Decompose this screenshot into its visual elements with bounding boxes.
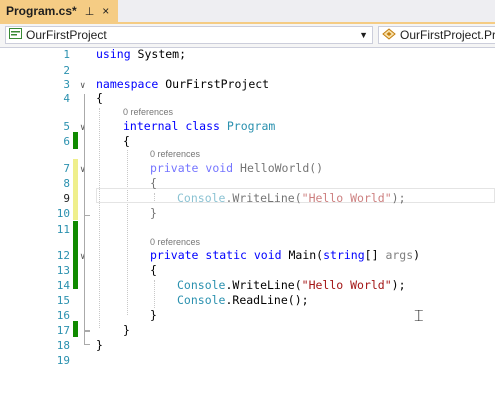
project-dropdown[interactable]: OurFirstProject ▼: [5, 26, 373, 44]
unsaved-change-bar: [73, 159, 78, 220]
line-number: 4: [63, 92, 70, 105]
code-line-14: Console.WriteLine("Hello World");: [177, 278, 406, 292]
line-number: 1: [63, 48, 70, 61]
code-line-18: }: [96, 338, 103, 352]
chevron-down-icon: ▼: [359, 30, 368, 40]
code-line-7: private void HelloWorld(): [150, 161, 324, 175]
line-number: 10: [56, 207, 70, 220]
outline-bracket: [84, 178, 90, 216]
saved-change-bar: [73, 321, 78, 337]
line-number: 18: [56, 339, 70, 352]
text-cursor-icon: ⌶: [414, 306, 424, 325]
line-number: 15: [56, 294, 70, 307]
indent-guide: [99, 108, 100, 328]
project-dropdown-value: OurFirstProject: [26, 28, 107, 42]
line-number: 11: [56, 223, 70, 236]
line-number: 2: [63, 64, 70, 77]
line-number: 14: [56, 279, 70, 292]
line-number-current: 9: [63, 192, 70, 205]
code-line-16: }: [150, 308, 157, 322]
code-line-3: namespace OurFirstProject: [96, 77, 270, 91]
codelens-references[interactable]: 0 references: [123, 107, 173, 117]
code-line-6: {: [123, 134, 130, 148]
document-tab-bar: Program.cs* ⊥ ×: [0, 0, 495, 24]
code-line-4: {: [96, 91, 103, 105]
code-line-15: Console.ReadLine();: [177, 293, 309, 307]
class-icon: [382, 27, 396, 43]
collapse-icon[interactable]: ∨: [80, 82, 89, 91]
codelens-references[interactable]: 0 references: [150, 149, 200, 159]
line-number: 13: [56, 264, 70, 277]
codelens-references[interactable]: 0 references: [150, 237, 200, 247]
indent-guide: [127, 150, 128, 315]
code-line-12: private static void Main(string[] args): [150, 248, 421, 262]
outline-bracket: [84, 265, 90, 332]
saved-change-bar: [73, 132, 78, 149]
code-line-10: }: [150, 206, 157, 220]
navigation-bar: OurFirstProject ▼ OurFirstProject.Pro: [0, 24, 495, 48]
code-line-8: {: [150, 176, 157, 190]
line-number: 5: [63, 120, 70, 133]
pin-icon[interactable]: ⊥: [85, 5, 95, 18]
line-number: 19: [56, 354, 70, 367]
code-line-1: using System;: [96, 47, 187, 61]
line-number: 3: [63, 78, 70, 91]
code-line-5: internal class Program: [123, 119, 276, 133]
code-line-9: Console.WriteLine("Hello World");: [177, 191, 406, 205]
class-dropdown[interactable]: OurFirstProject.Pro: [378, 26, 495, 44]
indent-guide: [154, 280, 155, 308]
close-icon[interactable]: ×: [102, 4, 109, 18]
line-number: 12: [56, 249, 70, 262]
saved-change-bar: [73, 221, 78, 289]
line-number: 7: [63, 162, 70, 175]
code-editor[interactable]: 1 2 3 4 5 6 7 8 9 10 11 12 13 14 15 16 1…: [0, 47, 495, 403]
class-dropdown-value: OurFirstProject.Pro: [400, 28, 495, 42]
tab-title: Program.cs*: [6, 4, 77, 18]
line-number: 8: [63, 177, 70, 190]
tab-program-cs[interactable]: Program.cs* ⊥ ×: [0, 0, 118, 22]
line-number: 17: [56, 324, 70, 337]
code-line-17: }: [123, 323, 130, 337]
line-number: 6: [63, 135, 70, 148]
line-number: 16: [56, 309, 70, 322]
csharp-project-icon: [9, 28, 22, 42]
code-line-13: {: [150, 263, 157, 277]
